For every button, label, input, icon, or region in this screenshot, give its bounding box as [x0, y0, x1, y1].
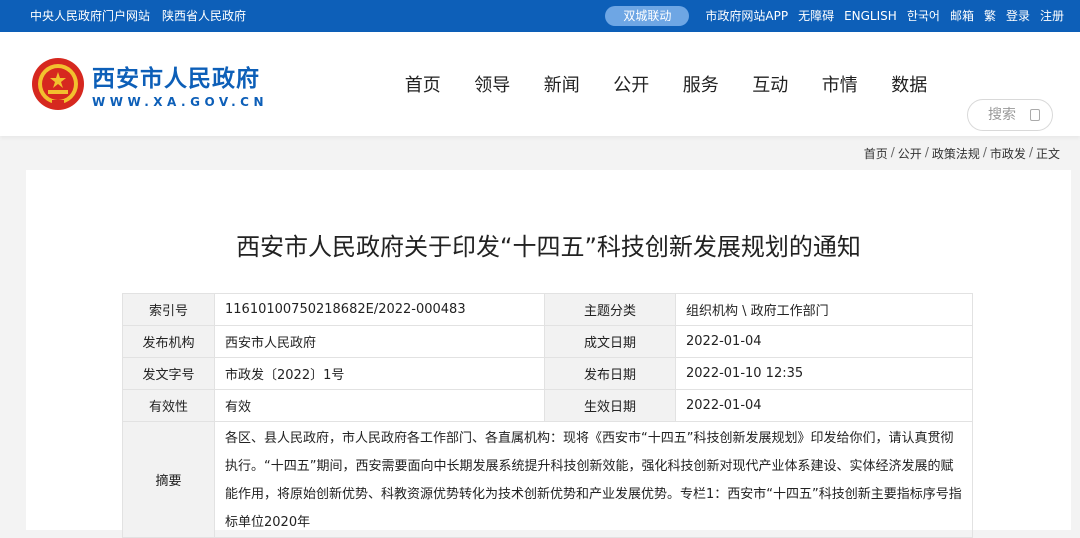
info-label: 发布机构 [122, 325, 215, 358]
info-value: 2022-01-10 12:35 [675, 357, 973, 390]
info-value: 市政发〔2022〕1号 [214, 357, 545, 390]
info-value: 11610100750218682E/2022-000483 [214, 293, 545, 326]
abstract-text: 各区、县人民政府，市人民政府各工作部门、各直属机构：现将《西安市“十四五”科技创… [214, 421, 973, 538]
site-logo[interactable]: 西安市人民政府 WWW.XA.GOV.CN [30, 56, 268, 112]
abstract-label: 摘要 [122, 421, 215, 538]
link-english[interactable]: ENGLISH [844, 0, 897, 32]
link-central-gov[interactable]: 中央人民政府门户网站 [30, 0, 150, 32]
info-label: 有效性 [122, 389, 215, 422]
info-value: 2022-01-04 [675, 325, 973, 358]
link-login[interactable]: 登录 [1006, 0, 1030, 32]
info-value: 西安市人民政府 [214, 325, 545, 358]
link-traditional[interactable]: 繁 [984, 0, 996, 32]
nav-leaders[interactable]: 领导 [458, 71, 528, 97]
info-value: 组织机构 \ 政府工作部门 [675, 293, 973, 326]
site-domain: WWW.XA.GOV.CN [92, 95, 268, 109]
link-shaanxi-gov[interactable]: 陕西省人民政府 [162, 0, 246, 32]
site-header: 西安市人民政府 WWW.XA.GOV.CN 首页 领导 新闻 公开 服务 互动 … [0, 32, 1080, 136]
top-bar: 中央人民政府门户网站 陕西省人民政府 双城联动 市政府网站APP 无障碍 ENG… [0, 0, 1080, 32]
top-bar-left-links: 中央人民政府门户网站 陕西省人民政府 [30, 0, 246, 32]
breadcrumb: 首页 / 公开 / 政策法规 / 市政发 / 正文 [863, 145, 1060, 162]
info-label: 成文日期 [544, 325, 676, 358]
info-label: 发文字号 [122, 357, 215, 390]
national-emblem-icon [32, 58, 84, 110]
page-title: 西安市人民政府关于印发“十四五”科技创新发展规划的通知 [236, 233, 861, 261]
dual-city-link-button[interactable]: 双城联动 [605, 6, 690, 26]
info-label: 主题分类 [544, 293, 676, 326]
table-row: 摘要 各区、县人民政府，市人民政府各工作部门、各直属机构：现将《西安市“十四五”… [122, 421, 973, 538]
table-row: 有效性 有效 生效日期 2022-01-04 [122, 389, 973, 422]
info-label: 发布日期 [544, 357, 676, 390]
link-mailbox[interactable]: 邮箱 [950, 0, 974, 32]
link-korean[interactable]: 한국어 [907, 0, 940, 32]
link-accessibility[interactable]: 无障碍 [798, 0, 834, 32]
document-info-table: 索引号 11610100750218682E/2022-000483 主题分类 … [122, 293, 973, 538]
nav-city-info[interactable]: 市情 [805, 71, 875, 97]
breadcrumb-municipal[interactable]: 市政发 [990, 145, 1026, 162]
search-input[interactable]: 搜索 [967, 99, 1053, 131]
top-bar-right-links: 双城联动 市政府网站APP 无障碍 ENGLISH 한국어 邮箱 繁 登录 注册 [605, 0, 1064, 32]
nav-news[interactable]: 新闻 [527, 71, 597, 97]
table-row: 发布机构 西安市人民政府 成文日期 2022-01-04 [122, 325, 973, 358]
info-label: 生效日期 [544, 389, 676, 422]
breadcrumb-home[interactable]: 首页 [864, 145, 888, 162]
search-placeholder: 搜索 [988, 107, 1016, 123]
link-register[interactable]: 注册 [1040, 0, 1064, 32]
nav-interaction[interactable]: 互动 [736, 71, 806, 97]
nav-home[interactable]: 首页 [388, 71, 458, 97]
link-app[interactable]: 市政府网站APP [705, 0, 788, 32]
search-icon[interactable] [1030, 109, 1040, 121]
breadcrumb-current: 正文 [1035, 147, 1060, 161]
article-panel: 西安市人民政府关于印发“十四五”科技创新发展规划的通知 索引号 11610100… [26, 170, 1071, 538]
table-row: 索引号 11610100750218682E/2022-000483 主题分类 … [122, 293, 973, 326]
info-value: 2022-01-04 [675, 389, 973, 422]
nav-data[interactable]: 数据 [875, 71, 945, 97]
info-label: 索引号 [122, 293, 215, 326]
nav-open[interactable]: 公开 [597, 71, 667, 97]
breadcrumb-open[interactable]: 公开 [898, 145, 922, 162]
breadcrumb-policy[interactable]: 政策法规 [932, 145, 980, 162]
main-nav: 首页 领导 新闻 公开 服务 互动 市情 数据 [388, 32, 944, 136]
table-row: 发文字号 市政发〔2022〕1号 发布日期 2022-01-10 12:35 [122, 357, 973, 390]
site-name: 西安市人民政府 [92, 66, 260, 92]
info-value: 有效 [214, 389, 545, 422]
nav-services[interactable]: 服务 [666, 71, 736, 97]
